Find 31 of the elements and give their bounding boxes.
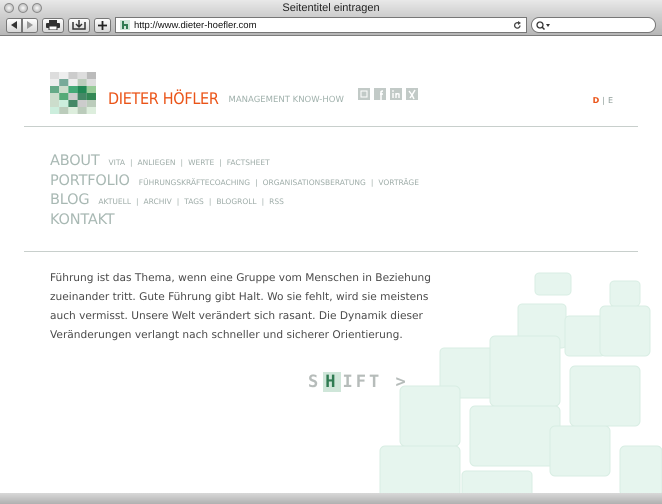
address-field[interactable]: http://www.dieter-hoefler.com <box>115 17 527 33</box>
window-title: Seitentitel eintragen <box>282 2 380 14</box>
forward-button[interactable] <box>22 18 38 32</box>
nav-link[interactable]: ABOUT <box>50 151 100 173</box>
printer-icon <box>46 20 60 30</box>
bookmarks-button[interactable] <box>68 18 90 32</box>
separator: | <box>602 96 605 105</box>
back-button[interactable] <box>6 18 22 32</box>
language-link[interactable]: E <box>608 96 613 105</box>
search-icon <box>536 20 550 30</box>
shift-logo[interactable]: S H IFT > <box>308 372 662 392</box>
forward-arrow-icon <box>26 21 34 29</box>
language-link[interactable]: D <box>592 96 600 105</box>
search-field[interactable] <box>531 17 656 33</box>
nav-link[interactable]: PORTFOLIO <box>50 170 130 192</box>
back-arrow-icon <box>10 21 18 29</box>
reload-icon[interactable] <box>513 20 522 30</box>
print-button[interactable] <box>42 18 64 32</box>
plus-icon <box>98 20 107 30</box>
logo-icon[interactable] <box>50 72 96 114</box>
tray-icon <box>72 20 86 30</box>
close-window-button[interactable] <box>4 2 14 12</box>
minimize-window-button[interactable] <box>18 2 28 12</box>
add-bookmark-button[interactable] <box>94 18 111 32</box>
site-name[interactable]: DIETER HÖFLER <box>108 89 219 108</box>
nav-link[interactable]: BLOG <box>50 190 90 212</box>
zoom-window-button[interactable] <box>32 2 42 12</box>
nav-link[interactable]: KONTAKT <box>50 210 114 232</box>
tagline: MANAGEMENT KNOW-HOW <box>228 95 344 105</box>
intro-paragraph: Führung ist das Thema, wenn eine Gruppe vom Menschen in Beziehung zueinander tritt. Gute Führung gibt Halt. Wo sie fehlt, wird sie meistens auch vermisst. Unsere Welt verändert sich rasant. Die Dynamik dieser Veränderungen verlangt nach schneller und sicherer Orientierung. <box>50 271 432 343</box>
site-favicon-icon <box>120 20 130 30</box>
